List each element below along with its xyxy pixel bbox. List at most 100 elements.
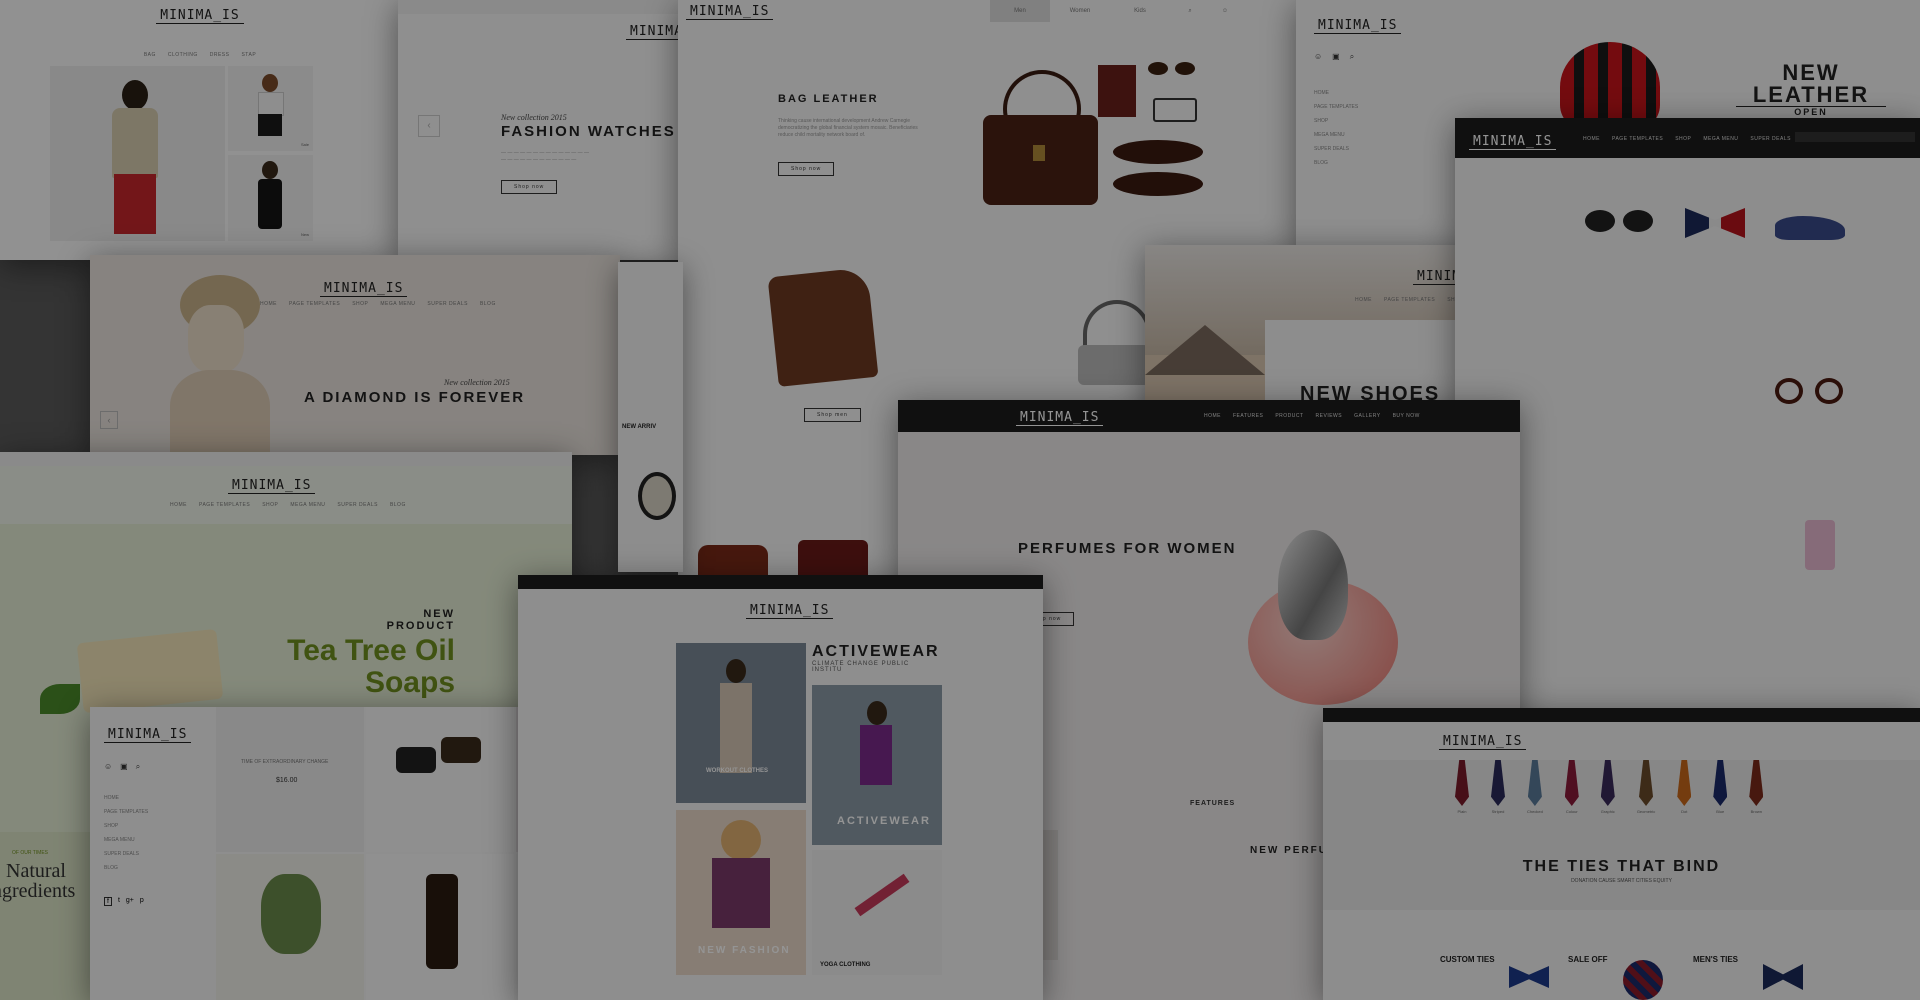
product-perfume-bottle[interactable] bbox=[1805, 520, 1835, 570]
ties-subheading: DONATION CAUSE SMART CITIES EQUITY bbox=[1571, 878, 1672, 884]
slider-prev-button[interactable]: ‹ bbox=[100, 411, 118, 429]
card-workout-clothes[interactable]: WORKOUT CLOTHES bbox=[676, 643, 806, 803]
user-icon[interactable]: ☺ bbox=[1210, 0, 1240, 22]
nav-shop[interactable]: Shop bbox=[352, 301, 368, 307]
user-icon[interactable]: ☺ bbox=[1314, 52, 1322, 62]
nav-home[interactable]: Home bbox=[1583, 136, 1600, 142]
menu-shop[interactable]: Shop bbox=[1314, 118, 1358, 124]
nav-shop[interactable]: Shop bbox=[1675, 136, 1691, 142]
tie-item[interactable]: Graphic bbox=[1600, 760, 1615, 814]
slider-prev-button[interactable]: ‹ bbox=[418, 115, 440, 137]
nav-mega-menu[interactable]: Mega Menu bbox=[290, 502, 325, 508]
model-photo-large[interactable] bbox=[50, 66, 225, 241]
nav-clothing[interactable]: Clothing bbox=[168, 52, 198, 58]
twitter-icon[interactable]: t bbox=[118, 897, 120, 906]
nav-mega-menu[interactable]: Mega Menu bbox=[380, 301, 415, 307]
features-heading: FEATURES bbox=[1190, 800, 1236, 807]
promo-sale-off[interactable]: SALE OFF bbox=[1568, 955, 1608, 964]
main-nav: Home Features Product Reviews Gallery Bu… bbox=[1204, 413, 1420, 419]
menu-super-deals[interactable]: Super Deals bbox=[104, 851, 148, 857]
product-tile-5[interactable] bbox=[366, 854, 514, 1000]
tie-item[interactable]: Geometric bbox=[1637, 760, 1655, 814]
brand-logo: MINIMA_IS bbox=[1439, 734, 1527, 750]
nav-dress[interactable]: Dress bbox=[210, 52, 230, 58]
product-sunglasses[interactable] bbox=[1585, 210, 1655, 232]
shop-now-button[interactable]: Shop now bbox=[501, 180, 558, 194]
tie-item[interactable]: Colour bbox=[1564, 760, 1579, 814]
tie-item[interactable]: Brown bbox=[1749, 760, 1764, 814]
nav-home[interactable]: Home bbox=[1204, 413, 1221, 419]
phone-case-image bbox=[1153, 98, 1197, 122]
nav-super-deals[interactable]: Super Deals bbox=[1750, 136, 1791, 142]
side-menu: Home Page Templates Shop Mega Menu Super… bbox=[1314, 90, 1358, 166]
model-photo-small-2[interactable]: New bbox=[228, 155, 313, 241]
google-plus-icon[interactable]: g+ bbox=[126, 897, 134, 906]
nav-mega-menu[interactable]: Mega Menu bbox=[1703, 136, 1738, 142]
search-icon[interactable]: ⌕ bbox=[1170, 0, 1210, 22]
shop-men-button[interactable]: Shop men bbox=[804, 408, 861, 422]
nav-page-templates[interactable]: Page Templates bbox=[1384, 297, 1435, 303]
nav-blog[interactable]: Blog bbox=[390, 502, 406, 508]
nav-features[interactable]: Features bbox=[1233, 413, 1263, 419]
tie-item[interactable]: Blue bbox=[1713, 760, 1728, 814]
promo-mens-ties[interactable]: MEN'S TIES bbox=[1693, 955, 1738, 964]
product-tile-4[interactable] bbox=[216, 854, 364, 1000]
bowtie-image bbox=[1509, 966, 1549, 988]
nav-gallery[interactable]: Gallery bbox=[1354, 413, 1380, 419]
product-round-sunglasses[interactable] bbox=[1775, 378, 1845, 404]
collage-stage: MINIMA_IS Bag Clothing Dress Stap Sale N… bbox=[0, 0, 1920, 1000]
product-shoes[interactable] bbox=[1775, 216, 1845, 240]
cart-icon[interactable]: ▣ bbox=[120, 762, 128, 772]
menu-blog[interactable]: Blog bbox=[104, 865, 148, 871]
nav-home[interactable]: Home bbox=[1355, 297, 1372, 303]
tie-label: Plain bbox=[1457, 809, 1467, 814]
product-tile-1[interactable]: TIME OF EXTRAORDINARY CHANGE $16.00 bbox=[216, 707, 364, 852]
card-new-fashion[interactable]: NEW FASHION bbox=[676, 810, 806, 975]
tie-item[interactable]: Checked bbox=[1527, 760, 1543, 814]
menu-blog[interactable]: Blog bbox=[1314, 160, 1358, 166]
menu-home[interactable]: Home bbox=[1314, 90, 1358, 96]
search-icon[interactable]: ⌕ bbox=[136, 762, 140, 772]
search-icon[interactable]: ⌕ bbox=[1350, 52, 1354, 62]
tab-women[interactable]: Women bbox=[1050, 0, 1110, 22]
nav-reviews[interactable]: Reviews bbox=[1316, 413, 1343, 419]
model-photo-small-1[interactable]: Sale bbox=[228, 66, 313, 151]
menu-mega-menu[interactable]: Mega Menu bbox=[104, 837, 148, 843]
tie-item[interactable]: Striped bbox=[1491, 760, 1505, 814]
menu-mega-menu[interactable]: Mega Menu bbox=[1314, 132, 1358, 138]
tab-kids[interactable]: Kids bbox=[1110, 0, 1170, 22]
product-bowtie[interactable] bbox=[1685, 208, 1745, 238]
nav-page-templates[interactable]: Page Templates bbox=[199, 502, 250, 508]
shop-now-button[interactable]: Shop now bbox=[778, 162, 835, 176]
nav-product[interactable]: Product bbox=[1275, 413, 1303, 419]
nav-bag[interactable]: Bag bbox=[144, 52, 156, 58]
promo-custom-ties[interactable]: CUSTOM TIES bbox=[1440, 955, 1495, 964]
menu-shop[interactable]: Shop bbox=[104, 823, 148, 829]
cart-icon[interactable]: ▣ bbox=[1332, 52, 1340, 62]
category-nav: Bag Clothing Dress Stap bbox=[0, 52, 400, 58]
menu-home[interactable]: Home bbox=[104, 795, 148, 801]
sunglasses-image bbox=[1148, 62, 1196, 76]
nav-page-templates[interactable]: Page Templates bbox=[289, 301, 340, 307]
tie-item[interactable]: Dot bbox=[1677, 760, 1692, 814]
tie-item[interactable]: Plain bbox=[1455, 760, 1469, 814]
user-icon[interactable]: ☺ bbox=[104, 762, 112, 772]
menu-page-templates[interactable]: Page Templates bbox=[104, 809, 148, 815]
nav-home[interactable]: Home bbox=[170, 502, 187, 508]
nav-stap[interactable]: Stap bbox=[241, 52, 256, 58]
pinterest-icon[interactable]: p bbox=[140, 897, 144, 906]
card-yoga-clothing[interactable]: YOGA CLOTHING bbox=[812, 850, 942, 975]
search-input[interactable] bbox=[1795, 132, 1915, 142]
card-activewear[interactable]: ACTIVEWEAR bbox=[812, 685, 942, 845]
nav-page-templates[interactable]: Page Templates bbox=[1612, 136, 1663, 142]
nav-super-deals[interactable]: Super Deals bbox=[337, 502, 378, 508]
product-tile-2[interactable] bbox=[366, 707, 514, 852]
facebook-icon[interactable]: f bbox=[104, 897, 112, 906]
nav-shop[interactable]: Shop bbox=[262, 502, 278, 508]
tab-men[interactable]: Men bbox=[990, 0, 1050, 22]
nav-blog[interactable]: Blog bbox=[480, 301, 496, 307]
menu-page-templates[interactable]: Page Templates bbox=[1314, 104, 1358, 110]
nav-buy-now[interactable]: Buy Now bbox=[1393, 413, 1420, 419]
menu-super-deals[interactable]: Super Deals bbox=[1314, 146, 1358, 152]
nav-super-deals[interactable]: Super Deals bbox=[427, 301, 468, 307]
